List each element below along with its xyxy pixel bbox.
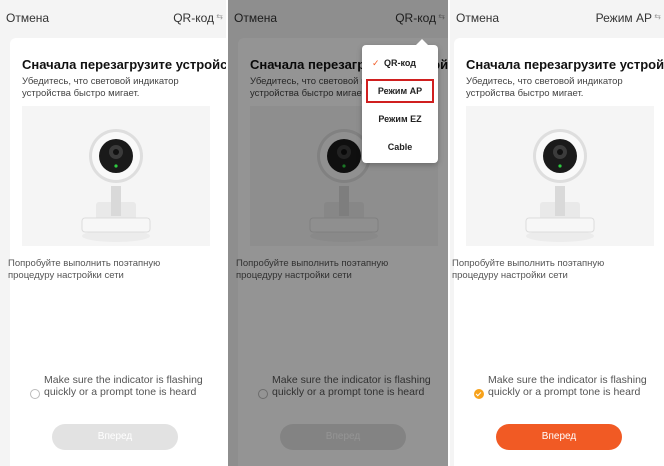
- swap-icon[interactable]: ⇆: [216, 12, 223, 21]
- content-card: Сначала перезагрузите устройство. Убедит…: [8, 38, 226, 466]
- menu-item-qr[interactable]: ✓ QR-код: [362, 51, 438, 75]
- page-title: Сначала перезагрузите устройство.: [466, 57, 664, 72]
- menu-item-label: Cable: [387, 142, 413, 152]
- menu-item-ap[interactable]: Режим AP: [366, 79, 434, 103]
- swap-icon[interactable]: ⇆: [654, 12, 661, 21]
- panel-menu-open: Отмена QR-код ⇆ Сначала перезагрузите ус…: [228, 0, 448, 466]
- menu-item-cable[interactable]: Cable: [362, 135, 438, 159]
- page-title: Сначала перезагрузите устройство.: [22, 57, 226, 72]
- confirm-checkbox[interactable]: Make sure the indicator is flashing quic…: [474, 374, 654, 414]
- content-card: Сначала перезагрузите устройство. Убедит…: [452, 38, 664, 466]
- subtitle: Убедитесь, что световой индикатор устрой…: [466, 76, 623, 99]
- menu-item-label: QR-код: [384, 58, 416, 68]
- mode-selector[interactable]: QR-код: [173, 11, 214, 25]
- menu-item-label: Режим AP: [377, 86, 423, 96]
- camera-illustration: [22, 106, 210, 246]
- panel-ap-mode: Отмена Режим AP ⇆ Сначала перезагрузите …: [450, 0, 664, 466]
- subtitle: Убедитесь, что световой индикатор устрой…: [22, 76, 179, 99]
- top-bar: Отмена Режим AP ⇆: [450, 0, 664, 34]
- camera-illustration: [466, 106, 654, 246]
- mode-dropdown-menu: ✓ QR-код Режим AP Режим EZ Cable: [362, 39, 438, 163]
- checkbox-label: Make sure the indicator is flashing quic…: [44, 374, 203, 398]
- checkbox-checked-icon[interactable]: [474, 389, 484, 399]
- hint-link[interactable]: Попробуйте выполнить поэтапную процедуру…: [8, 258, 208, 282]
- confirm-checkbox[interactable]: Make sure the indicator is flashing quic…: [30, 374, 210, 414]
- menu-item-ez[interactable]: Режим EZ: [362, 107, 438, 131]
- mode-selector[interactable]: Режим AP: [596, 11, 652, 25]
- cancel-button[interactable]: Отмена: [456, 11, 499, 25]
- checkmark-icon: ✓: [372, 58, 380, 68]
- cancel-button[interactable]: Отмена: [6, 11, 49, 25]
- hint-link[interactable]: Попробуйте выполнить поэтапную процедуру…: [452, 258, 652, 282]
- panel-qr: Отмена QR-код ⇆ Сначала перезагрузите ус…: [0, 0, 226, 466]
- checkbox-label: Make sure the indicator is flashing quic…: [488, 374, 647, 398]
- next-button[interactable]: Вперед: [496, 424, 622, 450]
- next-button[interactable]: Вперед: [52, 424, 178, 450]
- top-bar: Отмена QR-код ⇆: [0, 0, 226, 34]
- menu-item-label: Режим EZ: [378, 114, 422, 124]
- checkbox-icon[interactable]: [30, 389, 40, 399]
